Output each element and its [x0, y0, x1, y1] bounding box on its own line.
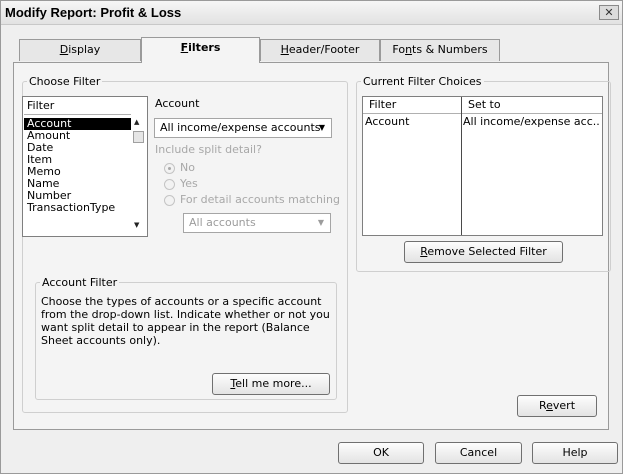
radio-yes-label: Yes: [180, 177, 198, 190]
account-label: Account: [155, 97, 200, 110]
filter-list-items: Account Amount Date Item Memo Name Numbe…: [24, 118, 132, 214]
account-filter-legend: Account Filter: [42, 276, 118, 289]
close-icon[interactable]: ✕: [599, 5, 619, 20]
chevron-down-icon[interactable]: ▼: [314, 216, 328, 230]
radio-matching[interactable]: [164, 195, 175, 206]
matching-accounts-dropdown[interactable]: All accounts ▼: [183, 213, 331, 233]
tab-filters-label: ilters: [188, 41, 221, 54]
column-header-set-to: Set to: [468, 98, 501, 111]
tab-filters-mnemonic: F: [180, 41, 189, 54]
tab-header-footer[interactable]: Header/Footer: [260, 39, 380, 61]
tab-header-footer-label: eader/Footer: [288, 43, 360, 56]
table-row[interactable]: Account All income/expense acc...: [363, 116, 602, 129]
cancel-button[interactable]: Cancel: [435, 442, 522, 464]
account-dropdown[interactable]: All income/expense accounts ▼: [154, 118, 332, 138]
filter-list-scrollbar[interactable]: ▲ ▼: [131, 115, 146, 235]
filter-listbox[interactable]: Filter Account Amount Date Item Memo Nam…: [22, 96, 148, 237]
current-filters-header: Filter Set to: [363, 97, 602, 114]
remove-filter-label: emove Selected Filter: [427, 245, 547, 258]
tell-me-more-button[interactable]: Tell me more...: [212, 373, 330, 395]
revert-mnemonic: e: [546, 399, 553, 412]
radio-matching-label: For detail accounts matching: [180, 193, 340, 206]
title-bar[interactable]: Modify Report: Profit & Loss ✕: [1, 1, 622, 25]
current-filters-table[interactable]: Filter Set to Account All income/expense…: [362, 96, 603, 236]
table-cell-set-to: All income/expense acc...: [463, 116, 600, 128]
radio-no-label: No: [180, 161, 195, 174]
table-cell-filter: Account: [365, 116, 410, 128]
list-item[interactable]: TransactionType: [24, 202, 132, 214]
revert-label: vert: [552, 399, 576, 412]
revert-button[interactable]: Revert: [517, 395, 597, 417]
account-filter-description: Choose the types of accounts or a specif…: [41, 295, 330, 347]
tab-display-mnemonic: D: [59, 43, 69, 56]
filter-list-header: Filter: [24, 98, 131, 115]
chevron-down-icon[interactable]: ▼: [315, 121, 329, 135]
tell-me-more-label: ell me more...: [235, 377, 312, 390]
radio-no[interactable]: [164, 163, 175, 174]
tab-fonts-numbers-pre: Fo: [392, 43, 406, 56]
choose-filter-legend: Choose Filter: [29, 75, 101, 88]
tab-fonts-numbers[interactable]: Fonts & Numbers: [380, 39, 500, 61]
modify-report-dialog: Modify Report: Profit & Loss ✕ Display F…: [0, 0, 623, 474]
tab-fonts-numbers-mnemonic: n: [405, 43, 413, 56]
scroll-up-icon[interactable]: ▲: [134, 118, 139, 126]
tab-filters[interactable]: Filters: [141, 37, 260, 63]
split-detail-label: Include split detail?: [155, 143, 262, 156]
help-button[interactable]: Help: [532, 442, 618, 464]
remove-selected-filter-button[interactable]: Remove Selected Filter: [404, 241, 563, 263]
tab-display-label: isplay: [68, 43, 101, 56]
scroll-thumb[interactable]: [133, 131, 144, 143]
tab-display[interactable]: Display: [19, 39, 141, 61]
column-header-filter: Filter: [369, 98, 397, 111]
scroll-down-icon[interactable]: ▼: [134, 221, 139, 229]
matching-accounts-value: All accounts: [189, 216, 256, 229]
account-dropdown-value: All income/expense accounts: [160, 121, 321, 134]
ok-button[interactable]: OK: [338, 442, 424, 464]
tab-header-footer-mnemonic: H: [280, 43, 289, 56]
tab-fonts-numbers-label: ts & Numbers: [412, 43, 488, 56]
window-title: Modify Report: Profit & Loss: [5, 5, 182, 20]
radio-yes[interactable]: [164, 179, 175, 190]
current-filter-choices-legend: Current Filter Choices: [363, 75, 482, 88]
